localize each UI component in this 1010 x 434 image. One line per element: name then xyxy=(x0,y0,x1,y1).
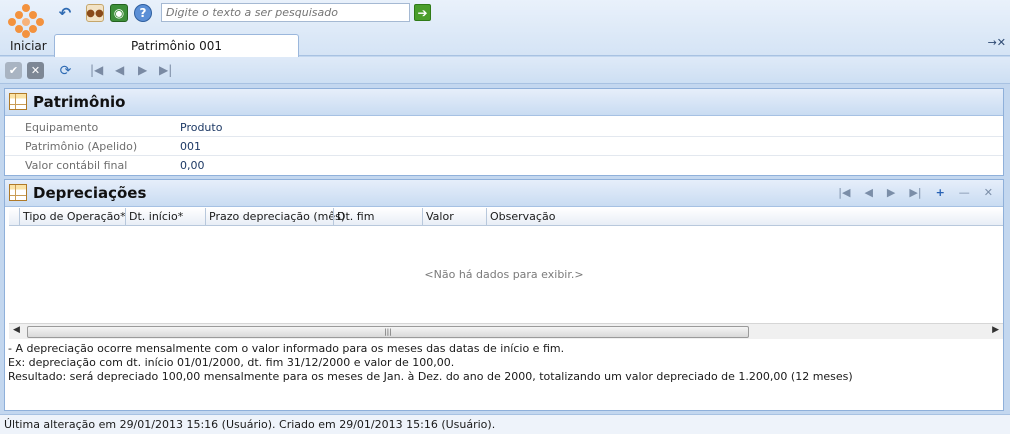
status-bar: Última alteração em 29/01/2013 15:16 (Us… xyxy=(0,414,1010,434)
tab-patrimonio[interactable]: Patrimônio 001 xyxy=(54,34,299,57)
field-value[interactable]: 001 xyxy=(180,140,201,153)
column-header[interactable]: Dt. fim xyxy=(333,208,422,226)
patrimonio-header: Patrimônio xyxy=(5,89,1003,116)
depreciation-notes: - A depreciação ocorre mensalmente com o… xyxy=(8,342,998,384)
last-record-icon[interactable]: ▶| xyxy=(159,63,172,77)
undo-icon[interactable]: ↶ xyxy=(56,4,74,22)
field-value[interactable]: Produto xyxy=(180,121,222,134)
view-icon[interactable]: ◉ xyxy=(110,4,128,22)
first-record-icon[interactable]: |◀ xyxy=(90,63,103,77)
users-icon[interactable]: ●● xyxy=(86,4,104,22)
first-icon[interactable]: |◀ xyxy=(838,186,850,199)
field-row-equipamento[interactable]: Equipamento Produto xyxy=(5,118,1003,137)
add-row-icon[interactable]: + xyxy=(936,186,945,199)
column-header[interactable]: Dt. início* xyxy=(125,208,205,226)
depreciacoes-panel: Depreciações |◀ ◀ ▶ ▶| + — ✕ Tipo de Ope… xyxy=(4,179,1004,411)
pin-close-icons[interactable]: →✕ xyxy=(988,36,1006,49)
horizontal-scrollbar[interactable]: ◀ ||| ▶ xyxy=(9,323,1003,339)
remove-row-icon[interactable]: — xyxy=(959,186,970,199)
column-header[interactable]: Prazo depreciação (mês) xyxy=(205,208,345,226)
refresh-icon[interactable]: ⟳ xyxy=(57,62,74,79)
confirm-icon[interactable]: ✔ xyxy=(5,62,22,79)
main-toolbar: Iniciar ↶ ●● ◉ ? ➔ Patrimônio 001 →✕ xyxy=(0,0,1010,57)
record-toolbar: ✔ ✕ ⟳ |◀ ◀ ▶ ▶| xyxy=(0,57,1010,84)
grid-header: Tipo de Operação* Dt. início* Prazo depr… xyxy=(9,208,1003,226)
next-icon[interactable]: ▶ xyxy=(887,186,895,199)
arrow-right-icon: ➔ xyxy=(417,5,428,20)
depreciacoes-header: Depreciações |◀ ◀ ▶ ▶| + — ✕ xyxy=(5,180,1003,207)
last-icon[interactable]: ▶| xyxy=(909,186,921,199)
grid-tools: |◀ ◀ ▶ ▶| + — ✕ xyxy=(838,186,993,199)
column-header[interactable]: Valor xyxy=(422,208,486,226)
help-icon[interactable]: ? xyxy=(134,4,152,22)
depreciacoes-title: Depreciações xyxy=(33,184,147,202)
patrimonio-title: Patrimônio xyxy=(33,93,126,111)
scroll-thumb[interactable]: ||| xyxy=(27,326,749,338)
start-logo-icon[interactable] xyxy=(6,2,46,38)
field-row-apelido[interactable]: Patrimônio (Apelido) 001 xyxy=(5,137,1003,156)
table-icon xyxy=(9,184,27,201)
next-record-icon[interactable]: ▶ xyxy=(138,63,147,77)
cancel-icon[interactable]: ✕ xyxy=(27,62,44,79)
field-label: Valor contábil final xyxy=(25,159,128,172)
scroll-left-icon[interactable]: ◀ xyxy=(13,325,20,335)
note-line: Ex: depreciação com dt. início 01/01/200… xyxy=(8,356,455,369)
column-header[interactable]: Tipo de Operação* xyxy=(19,208,126,226)
field-value[interactable]: 0,00 xyxy=(180,159,205,172)
start-label[interactable]: Iniciar xyxy=(10,39,47,53)
empty-grid-message: <Não há dados para exibir.> xyxy=(424,268,584,281)
prev-icon[interactable]: ◀ xyxy=(864,186,872,199)
patrimonio-panel: Patrimônio Equipamento Produto Patrimôni… xyxy=(4,88,1004,176)
note-line: Resultado: será depreciado 100,00 mensal… xyxy=(8,370,853,383)
table-icon xyxy=(9,93,27,110)
field-row-valor[interactable]: Valor contábil final 0,00 xyxy=(5,156,1003,175)
column-header[interactable]: Observação xyxy=(486,208,1003,226)
scroll-right-icon[interactable]: ▶ xyxy=(992,325,999,335)
field-label: Equipamento xyxy=(25,121,99,134)
field-label: Patrimônio (Apelido) xyxy=(25,140,138,153)
note-line: - A depreciação ocorre mensalmente com o… xyxy=(8,342,565,355)
search-go-button[interactable]: ➔ xyxy=(414,4,431,21)
close-icon[interactable]: ✕ xyxy=(984,186,993,199)
prev-record-icon[interactable]: ◀ xyxy=(115,63,124,77)
search-input[interactable] xyxy=(161,3,410,22)
